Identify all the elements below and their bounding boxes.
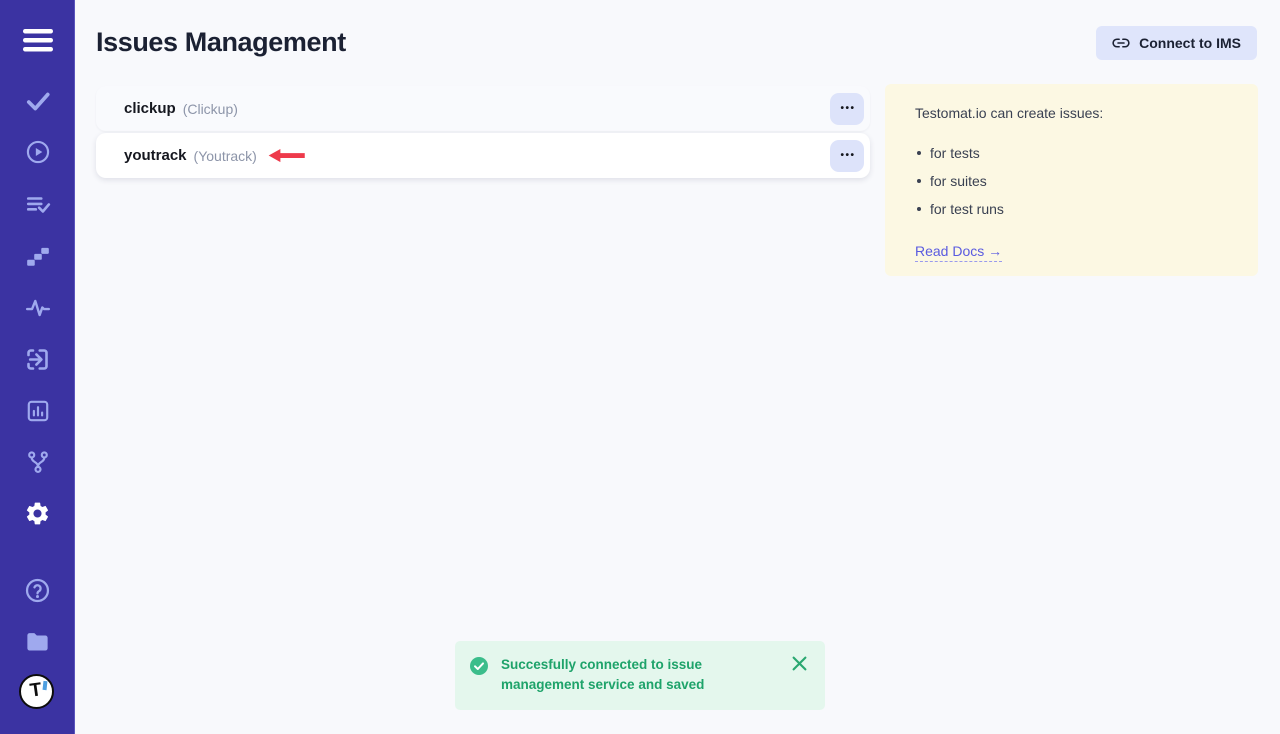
reports-chart-icon[interactable] <box>0 398 75 424</box>
success-toast: Succesfully connected to issue managemen… <box>455 641 825 710</box>
toast-close-icon[interactable] <box>792 656 807 671</box>
ims-type-label: (Youtrack) <box>194 148 257 164</box>
ims-row-youtrack[interactable]: youtrack (Youtrack) ••• <box>96 133 870 178</box>
projects-folder-icon[interactable] <box>0 628 75 655</box>
ims-type-label: (Clickup) <box>183 101 238 117</box>
test-plan-list-icon[interactable] <box>0 192 75 218</box>
ims-name: youtrack <box>124 147 187 164</box>
logo-letter: T <box>28 680 42 700</box>
import-icon[interactable] <box>0 346 75 373</box>
sidebar: T <box>0 0 75 734</box>
help-icon[interactable] <box>0 577 75 604</box>
menu-icon[interactable] <box>0 29 75 52</box>
info-bullet: for suites <box>915 173 1228 189</box>
steps-stairs-icon[interactable] <box>0 243 75 269</box>
connect-button-label: Connect to IMS <box>1139 35 1241 51</box>
annotation-arrow-icon <box>267 148 305 163</box>
ims-name: clickup <box>124 100 176 117</box>
settings-gear-icon[interactable] <box>0 500 75 527</box>
info-bullet: for tests <box>915 145 1228 161</box>
runs-play-icon[interactable] <box>0 139 75 165</box>
ims-row-clickup[interactable]: clickup (Clickup) ••• <box>96 86 870 131</box>
info-panel-heading: Testomat.io can create issues: <box>915 105 1228 121</box>
more-actions-button[interactable]: ••• <box>830 140 864 172</box>
branches-icon[interactable] <box>0 449 75 475</box>
read-docs-link[interactable]: Read Docs → <box>915 243 1002 262</box>
connect-to-ims-button[interactable]: Connect to IMS <box>1096 26 1257 60</box>
testomat-logo[interactable]: T <box>19 674 54 709</box>
link-icon <box>1112 34 1130 52</box>
info-bullet-list: for tests for suites for test runs <box>915 145 1228 217</box>
info-bullet: for test runs <box>915 201 1228 217</box>
info-panel: Testomat.io can create issues: for tests… <box>885 84 1258 276</box>
analytics-pulse-icon[interactable] <box>0 295 75 321</box>
tests-check-icon[interactable] <box>0 88 75 114</box>
more-actions-button[interactable]: ••• <box>830 93 864 125</box>
logo-accent <box>42 681 46 690</box>
toast-message: Succesfully connected to issue managemen… <box>501 655 776 696</box>
page-title: Issues Management <box>96 27 346 58</box>
ims-list: clickup (Clickup) ••• youtrack (Youtrack… <box>96 86 870 180</box>
success-check-icon <box>470 657 488 675</box>
